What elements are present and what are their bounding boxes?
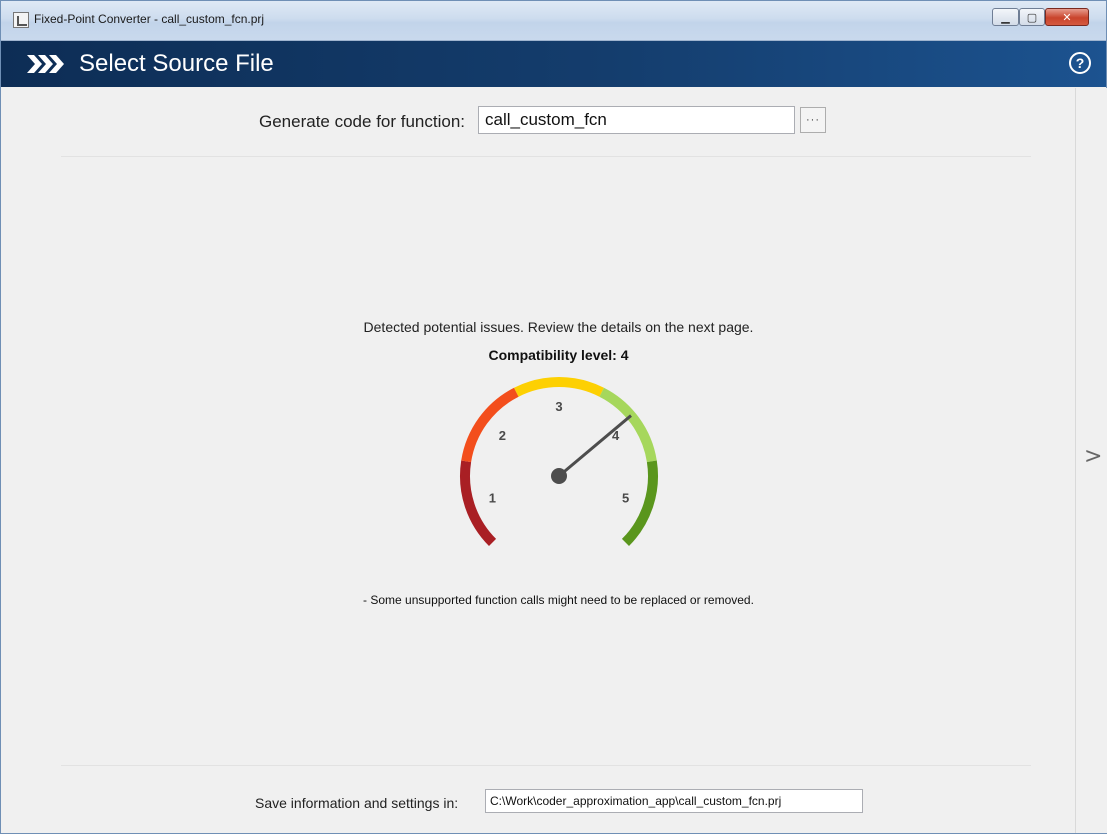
gauge-hub xyxy=(551,468,567,484)
page-title: Select Source File xyxy=(79,50,274,77)
maximize-button[interactable]: ▢ xyxy=(1019,8,1045,26)
gauge-segment-4 xyxy=(599,387,657,463)
gauge-segment-5 xyxy=(621,460,658,547)
settings-path-input[interactable] xyxy=(485,789,863,813)
function-label: Generate code for function: xyxy=(259,112,466,131)
gauge-segment-3 xyxy=(514,377,604,397)
gauge-segment-2 xyxy=(461,387,519,463)
close-button[interactable]: ✕ xyxy=(1045,8,1089,26)
divider-top xyxy=(61,156,1031,157)
title-bar[interactable]: Fixed-Point Converter - call_custom_fcn.… xyxy=(1,1,1106,41)
function-input[interactable] xyxy=(478,106,795,134)
next-arrow-icon[interactable]: > xyxy=(1084,444,1102,469)
gauge-tick-label-3: 3 xyxy=(555,399,562,414)
window-title: Fixed-Point Converter - call_custom_fcn.… xyxy=(34,12,265,26)
minimize-button[interactable]: ▁ xyxy=(992,8,1019,26)
gauge-needle xyxy=(558,414,632,478)
compatibility-level: Compatibility level: 4 xyxy=(488,347,629,363)
browse-button[interactable]: ··· xyxy=(800,107,826,133)
page-header: Select Source File ? xyxy=(1,41,1106,87)
gauge-tick-label-1: 1 xyxy=(489,491,496,506)
issue-note: - Some unsupported function calls might … xyxy=(363,593,754,607)
next-nav-panel[interactable]: > xyxy=(1075,88,1107,833)
app-window: Fixed-Point Converter - call_custom_fcn.… xyxy=(0,0,1107,834)
workflow-chevrons-icon xyxy=(27,55,64,73)
app-icon xyxy=(13,12,29,28)
function-row: Generate code for function: ··· xyxy=(1,106,1075,136)
status-message: Detected potential issues. Review the de… xyxy=(363,319,754,335)
gauge-tick-label-5: 5 xyxy=(622,491,629,506)
help-icon[interactable]: ? xyxy=(1069,52,1091,74)
compatibility-gauge: 12345 xyxy=(460,377,658,547)
divider-bottom xyxy=(61,765,1031,766)
gauge-tick-label-2: 2 xyxy=(499,428,506,443)
settings-row: Save information and settings in: xyxy=(1,789,1075,815)
settings-label: Save information and settings in: xyxy=(255,795,459,811)
